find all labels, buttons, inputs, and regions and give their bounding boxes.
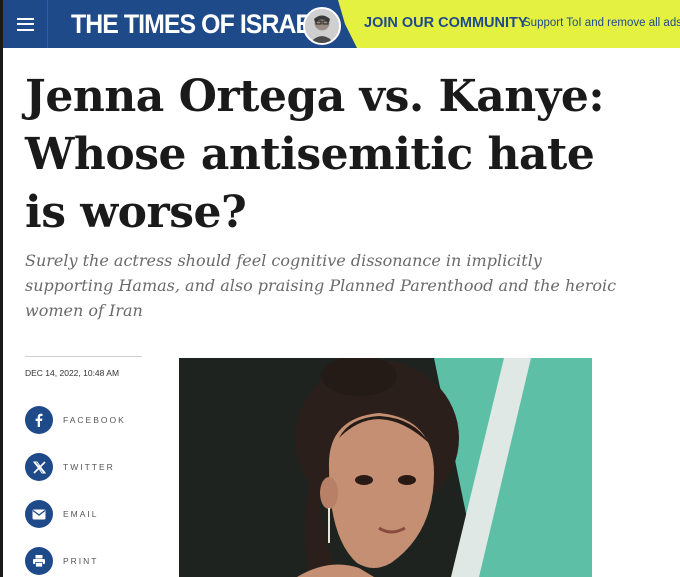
article-photo [179,358,592,577]
left-window-edge [0,0,3,577]
facebook-icon [25,406,53,434]
join-community-link[interactable]: JOIN OUR COMMUNITY [364,15,528,31]
article-subheadline: Surely the actress should feel cognitive… [25,251,617,320]
print-icon [25,547,53,575]
share-twitter-button[interactable]: TWITTER [25,453,115,481]
byline-divider [25,356,142,357]
share-print-label: PRINT [63,556,99,566]
share-facebook-label: FACEBOOK [63,415,126,425]
email-icon [25,500,53,528]
menu-button[interactable] [3,0,48,48]
site-logo[interactable]: THE TIMES OF ISRAEL [71,9,326,40]
author-avatar[interactable] [303,7,341,45]
hamburger-icon [16,17,34,31]
share-email-label: EMAIL [63,509,99,519]
article-date: DEC 14, 2022, 10:48 AM [25,368,120,378]
share-twitter-label: TWITTER [63,462,115,472]
join-community-banner[interactable]: JOIN OUR COMMUNITY Support ToI and remov… [338,0,680,48]
twitter-icon [25,453,53,481]
article-headline: Jenna Ortega vs. Kanye: Whose antisemiti… [25,71,605,238]
remove-ads-link[interactable]: Support ToI and remove all ads [523,17,680,29]
share-facebook-button[interactable]: FACEBOOK [25,406,126,434]
share-print-button[interactable]: PRINT [25,547,99,575]
share-email-button[interactable]: EMAIL [25,500,99,528]
site-header: THE TIMES OF ISRAEL JOIN OUR COMMUNITY S… [3,0,680,48]
